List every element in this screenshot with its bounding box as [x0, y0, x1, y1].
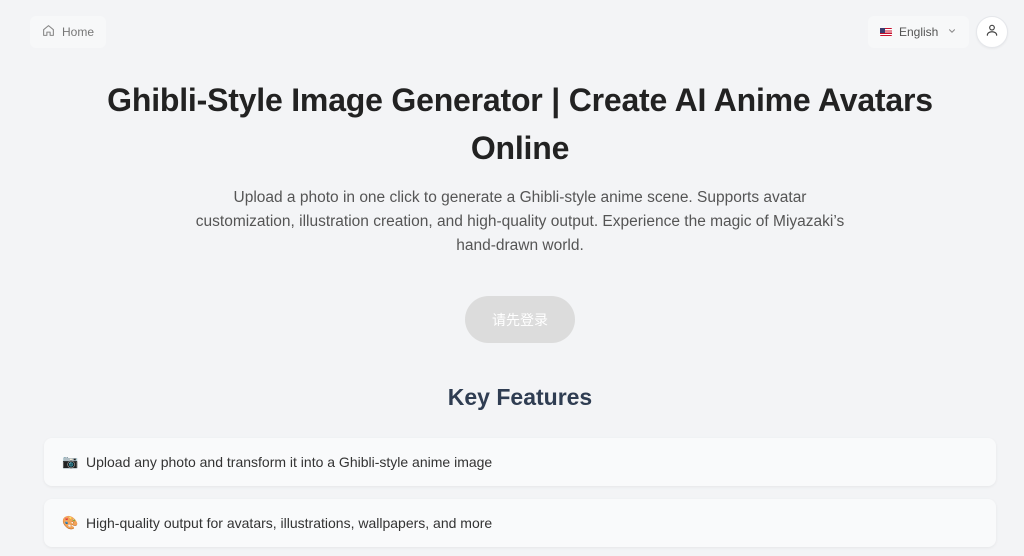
home-link[interactable]: Home [30, 16, 107, 48]
page: Home English Ghibli-Style Image Generato… [0, 0, 1024, 556]
language-selector[interactable]: English [868, 16, 970, 48]
feature-card: 📷 Upload any photo and transform it into… [44, 438, 996, 486]
language-label: English [899, 25, 939, 39]
page-title-line2: Online [470, 130, 570, 166]
feature-text: High-quality output for avatars, illustr… [86, 515, 493, 531]
login-first-button[interactable]: 请先登录 [465, 296, 575, 343]
user-menu-button[interactable] [976, 16, 1008, 48]
chevron-down-icon [945, 25, 957, 39]
key-features-heading: Key Features [447, 384, 593, 410]
home-label: Home [62, 25, 95, 39]
page-title: Ghibli-Style Image Generator | Create AI… [60, 76, 980, 172]
palette-icon: 🎨 [62, 515, 79, 531]
page-title-line1: Ghibli-Style Image Generator | Create AI… [107, 82, 933, 118]
us-flag-icon [880, 28, 892, 36]
feature-card: 🎨 High-quality output for avatars, illus… [44, 499, 996, 547]
page-subtitle: Upload a photo in one click to generate … [195, 189, 845, 254]
camera-icon: 📷 [62, 454, 79, 470]
feature-text: Upload any photo and transform it into a… [86, 454, 493, 470]
user-icon [985, 23, 999, 42]
home-icon [42, 24, 55, 40]
